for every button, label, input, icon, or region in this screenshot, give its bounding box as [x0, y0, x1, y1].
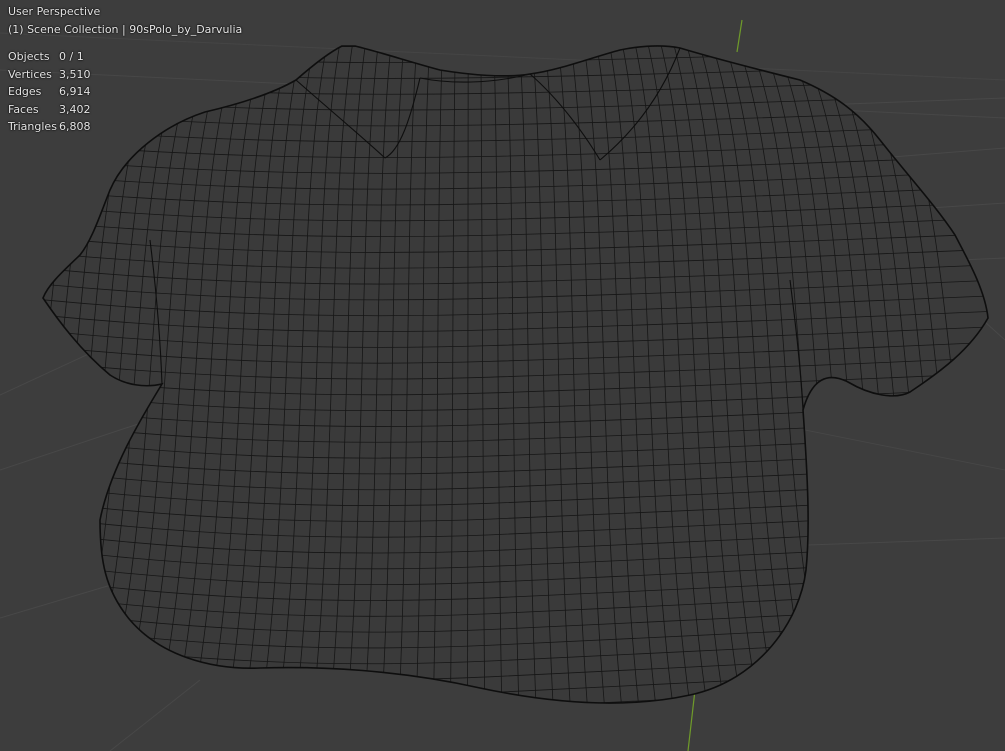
mesh-edge-row: [43, 698, 988, 704]
viewport-scene[interactable]: [0, 0, 1005, 751]
mesh-edge-row: [20, 730, 1000, 751]
mesh-edge-row: [20, 714, 1000, 743]
mesh-edge-column: [43, 45, 116, 704]
3d-viewport[interactable]: User Perspective (1) Scene Collection | …: [0, 0, 1005, 751]
mesh-edge-column: [43, 45, 129, 704]
mesh-edge-column: [43, 45, 104, 704]
mesh-edge-row: [43, 47, 988, 64]
y-axis-line-bottom: [687, 689, 696, 751]
polo-shirt-mesh[interactable]: [0, 30, 1005, 751]
mesh-edge-column: [43, 45, 141, 704]
mesh-edge-row: [43, 45, 988, 48]
y-axis-line: [736, 19, 743, 53]
